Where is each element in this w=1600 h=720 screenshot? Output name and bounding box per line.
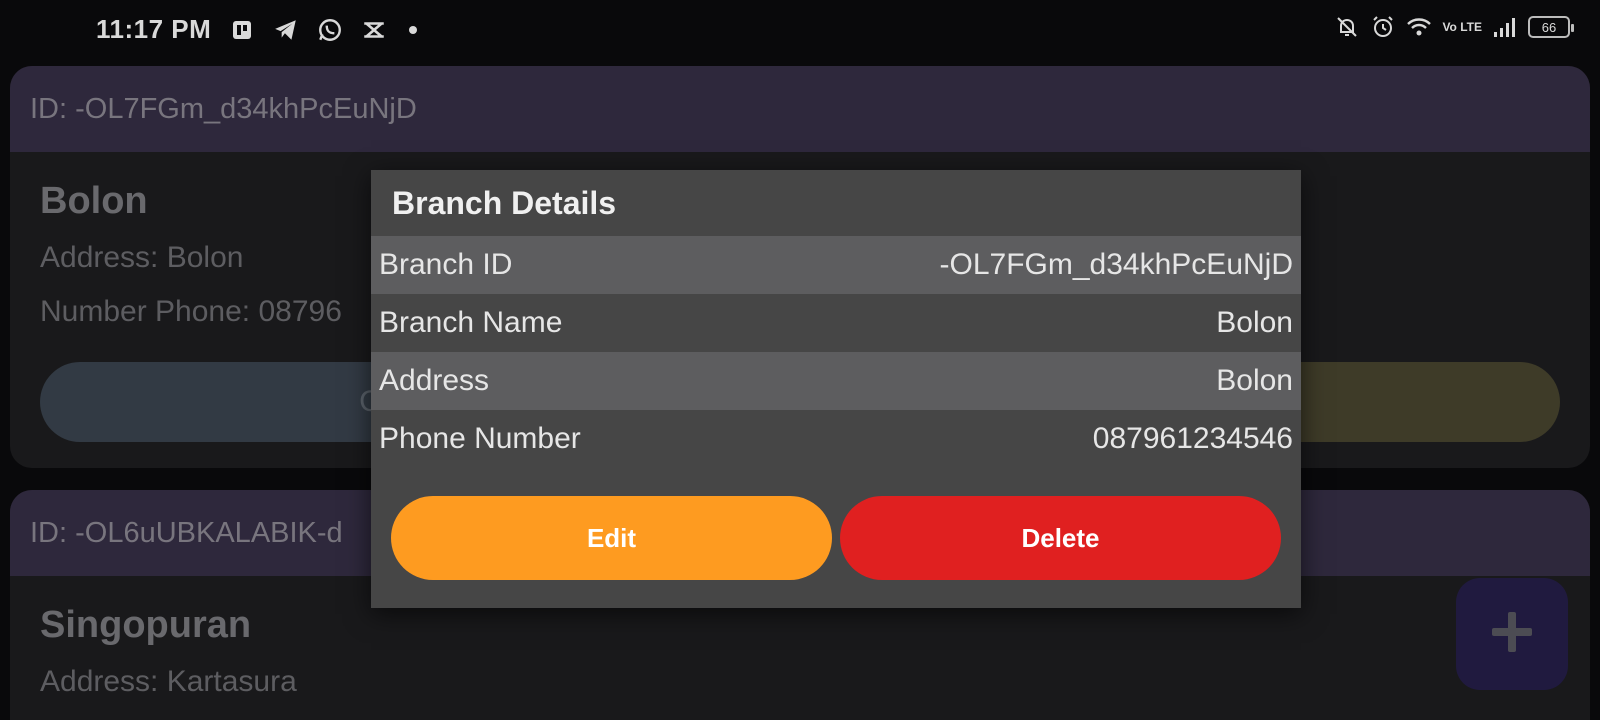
status-bar: 11:17 PM Vo LTE 66	[0, 0, 1600, 58]
edit-button[interactable]: Edit	[391, 496, 832, 580]
detail-label: Branch ID	[379, 248, 513, 281]
plus-icon	[1488, 608, 1536, 661]
status-time: 11:17 PM	[96, 14, 212, 44]
alarm-icon	[1370, 14, 1396, 40]
detail-row-phone-number: Phone Number 087961234546	[371, 410, 1301, 468]
dialog-actions: Edit Delete	[391, 496, 1281, 580]
card-address: Address: Kartasura	[40, 665, 297, 698]
add-branch-button[interactable]	[1456, 578, 1568, 690]
card-id: ID: -OL6uUBKALABIK-d	[30, 516, 343, 549]
card-branch-name: Singopuran	[40, 604, 252, 646]
detail-row-branch-id: Branch ID -OL7FGm_d34khPcEuNjD	[371, 236, 1301, 294]
dialog-title: Branch Details	[392, 184, 617, 221]
branch-details-dialog: Branch Details Branch ID -OL7FGm_d34khPc…	[371, 170, 1301, 608]
detail-value: Bolon	[1216, 364, 1293, 397]
status-right: Vo LTE 66	[1334, 14, 1574, 40]
capcut-icon	[361, 17, 387, 43]
detail-value: Bolon	[1216, 306, 1293, 339]
whatsapp-icon	[317, 17, 343, 43]
notification-dot	[409, 25, 418, 34]
detail-row-branch-name: Branch Name Bolon	[371, 294, 1301, 352]
detail-value: 087961234546	[1092, 422, 1293, 455]
status-left: 11:17 PM	[96, 14, 418, 45]
bell-off-icon	[1334, 14, 1360, 40]
battery-icon: 66	[1528, 16, 1574, 38]
wifi-icon	[1406, 14, 1432, 40]
detail-label: Branch Name	[379, 306, 563, 339]
detail-label: Address	[379, 364, 490, 397]
card-header: ID: -OL7FGm_d34khPcEuNjD	[10, 66, 1590, 152]
detail-value: -OL7FGm_d34khPcEuNjD	[939, 248, 1293, 281]
detail-row-address: Address Bolon	[371, 352, 1301, 410]
telegram-icon	[273, 17, 299, 43]
volte-indicator: Vo LTE	[1442, 19, 1482, 34]
signal-icon	[1492, 14, 1518, 40]
detail-label: Phone Number	[379, 422, 581, 455]
card-id: ID: -OL7FGm_d34khPcEuNjD	[30, 92, 417, 125]
delete-button[interactable]: Delete	[840, 496, 1281, 580]
pinned-app-icon	[229, 17, 255, 43]
